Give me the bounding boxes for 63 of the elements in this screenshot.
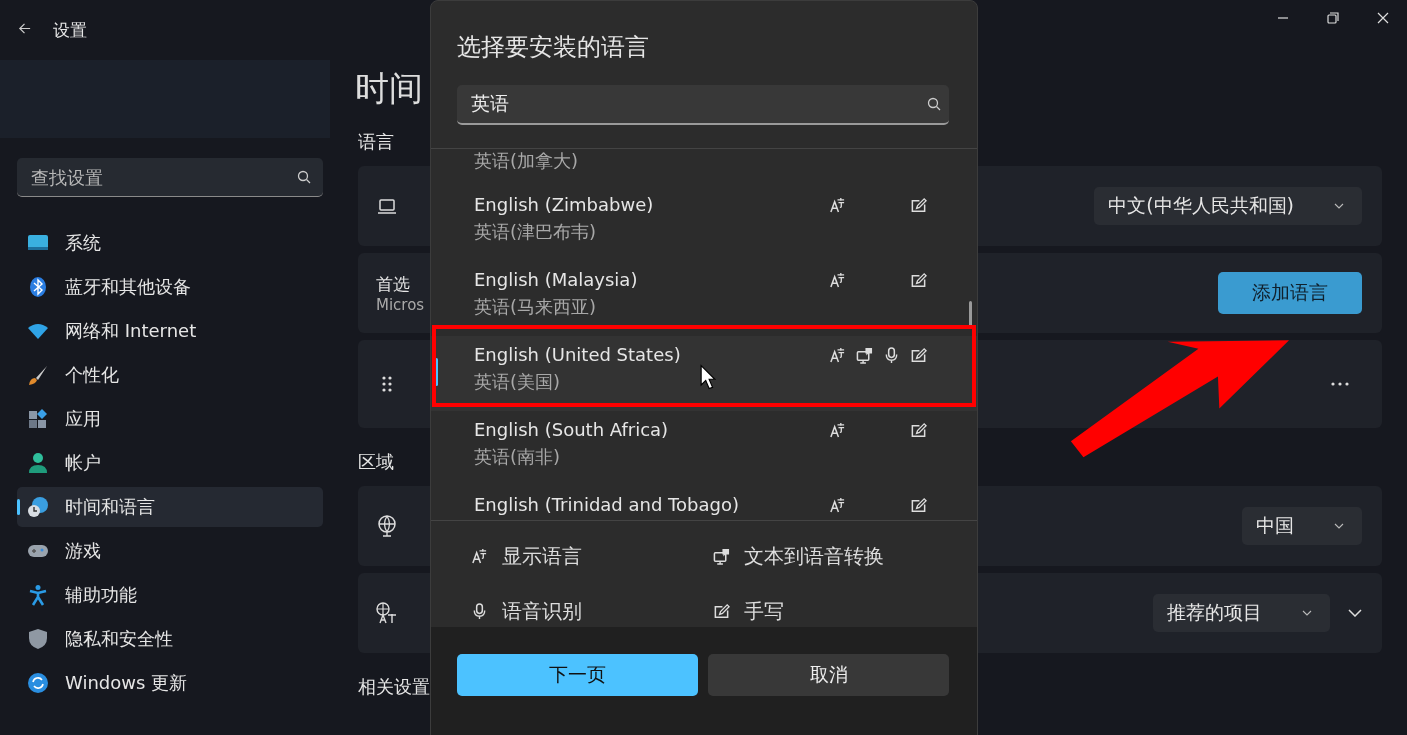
- nav-item[interactable]: 蓝牙和其他设备: [17, 267, 323, 307]
- cursor-icon: [700, 364, 716, 390]
- expand-icon[interactable]: [1348, 609, 1362, 617]
- window-title: 设置: [53, 18, 87, 42]
- shield-icon: [27, 628, 49, 650]
- next-button[interactable]: 下一页: [457, 654, 698, 696]
- nav-item[interactable]: 网络和 Internet: [17, 311, 323, 351]
- nav-item[interactable]: 游戏: [17, 531, 323, 571]
- add-language-button[interactable]: 添加语言: [1218, 272, 1362, 314]
- legend-label: 显示语言: [502, 543, 582, 570]
- more-icon[interactable]: [1330, 382, 1350, 386]
- legend-label: 手写: [744, 598, 784, 625]
- apps-icon: [27, 408, 49, 430]
- page-title: 时间: [355, 67, 423, 108]
- language-item[interactable]: English (Malaysia) 英语(马来西亚): [431, 261, 977, 336]
- card-title: 首选: [376, 272, 411, 296]
- language-icon: [376, 602, 398, 624]
- microphone-icon: [471, 603, 488, 620]
- language-item[interactable]: 英语(加拿大): [431, 149, 977, 186]
- dropdown[interactable]: 中国: [1242, 507, 1362, 545]
- search-box[interactable]: 英语: [457, 85, 949, 125]
- language-item[interactable]: English (United States) 英语(美国): [431, 336, 977, 411]
- handwriting-icon: [713, 603, 730, 620]
- card-subtitle: Micros: [376, 295, 425, 314]
- language-item[interactable]: English (Trinidad and Tobago): [431, 486, 977, 520]
- search-icon: [297, 170, 311, 184]
- person-icon: [27, 452, 49, 474]
- chevron-down-icon: [1302, 610, 1312, 616]
- cancel-button[interactable]: 取消: [708, 654, 949, 696]
- update-icon: [27, 672, 49, 694]
- search-box[interactable]: 查找设置: [17, 158, 323, 197]
- search-field[interactable]: 查找设置: [29, 165, 297, 189]
- nav-item[interactable]: 帐户: [17, 443, 323, 483]
- chevron-down-icon: [1334, 203, 1344, 209]
- language-item[interactable]: English (South Africa) 英语(南非): [431, 411, 977, 486]
- text-to-speech-icon: [713, 548, 730, 565]
- dialog-title: 选择要安装的语言: [457, 32, 650, 63]
- section-heading: 区域: [358, 450, 394, 474]
- nav-item[interactable]: 辅助功能: [17, 575, 323, 615]
- close-icon[interactable]: [1377, 12, 1389, 24]
- section-heading: 语言: [358, 130, 394, 154]
- search-icon: [927, 97, 941, 111]
- dropdown[interactable]: 推荐的项目: [1153, 594, 1330, 632]
- globe-clock-icon: [27, 496, 49, 518]
- legend-label: 语音识别: [502, 598, 582, 625]
- nav-item[interactable]: Windows 更新: [17, 663, 323, 703]
- legend-label: 文本到语音转换: [744, 543, 884, 570]
- nav-item[interactable]: 应用: [17, 399, 323, 439]
- bluetooth-icon: [27, 276, 49, 298]
- accessibility-icon: [27, 584, 49, 606]
- globe-icon: [376, 515, 398, 537]
- nav-item[interactable]: 时间和语言: [17, 487, 323, 527]
- restore-icon[interactable]: [1327, 12, 1339, 24]
- language-item[interactable]: English (Zimbabwe) 英语(津巴布韦): [431, 186, 977, 261]
- nav-item[interactable]: 隐私和安全性: [17, 619, 323, 659]
- display-language-icon: [471, 548, 488, 565]
- scrollbar[interactable]: [969, 301, 972, 327]
- nav-item[interactable]: 系统: [17, 223, 323, 263]
- chevron-down-icon: [1334, 523, 1344, 529]
- section-heading: 相关设置: [358, 675, 430, 699]
- dropdown[interactable]: 中文(中华人民共和国): [1094, 187, 1362, 225]
- search-field[interactable]: 英语: [469, 92, 927, 116]
- nav-item[interactable]: 个性化: [17, 355, 323, 395]
